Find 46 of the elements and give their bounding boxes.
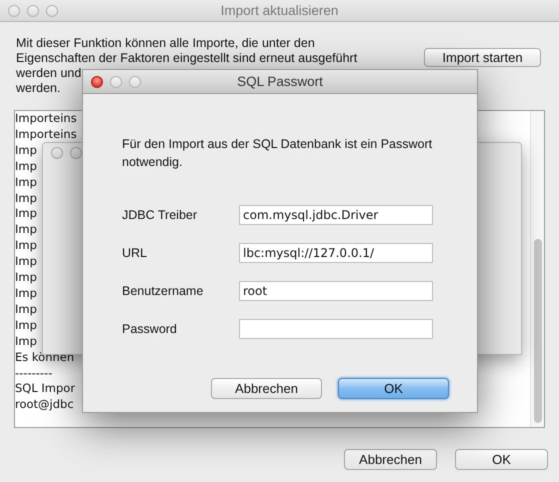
window-title: Import aktualisieren	[220, 3, 338, 18]
log-line: Es können	[15, 350, 74, 366]
input-field[interactable]: lbc:mysql://127.0.0.1/	[239, 243, 433, 263]
description-text: werden.	[16, 81, 60, 96]
window-title: SQL Passwort	[237, 74, 323, 89]
description-text: werden und	[16, 66, 82, 81]
log-line: Importeins	[15, 126, 77, 143]
zoom-button[interactable]	[129, 76, 141, 88]
dialog-button[interactable]: Abbrechen	[211, 378, 322, 399]
dialog-button[interactable]: OK	[455, 449, 548, 470]
zoom-button[interactable]	[46, 4, 58, 16]
log-line: Imp	[15, 270, 37, 286]
description-text: Eigenschaften der Faktoren eingestellt sind erneut ausgeführt	[16, 51, 358, 66]
close-button[interactable]	[91, 76, 103, 88]
minimize-button[interactable]	[27, 4, 39, 16]
dialog-button[interactable]: OK	[338, 378, 449, 399]
log-line: Importeins	[15, 111, 77, 127]
log-line: Imp	[15, 238, 37, 254]
log-line: Imp	[15, 222, 37, 238]
field-label: Password	[122, 322, 177, 336]
log-line: Imp	[15, 142, 37, 159]
log-line: Imp	[15, 334, 37, 350]
minimize-button[interactable]	[110, 76, 122, 88]
field-label: URL	[122, 246, 148, 260]
log-line: Imp	[15, 174, 37, 191]
dialog-button[interactable]: Abbrechen	[344, 449, 437, 470]
input-field[interactable]: root	[239, 281, 433, 301]
log-line: Imp	[15, 286, 37, 302]
log-line: root@jdbc	[15, 397, 74, 414]
field-label: JDBC Treiber	[122, 208, 198, 222]
input-field[interactable]: com.mysql.jdbc.Driver	[239, 205, 433, 225]
log-line: ---------	[15, 366, 52, 382]
log-line: SQL Impor	[15, 381, 76, 398]
log-line: Imp	[15, 302, 37, 318]
minimize-button[interactable]	[70, 147, 82, 159]
description-text: Mit dieser Funktion können alle Importe, die unter den	[16, 36, 315, 51]
scrollbar-thumb[interactable]	[534, 239, 542, 423]
log-line: Imp	[15, 190, 37, 206]
log-line: Imp	[15, 318, 37, 334]
message-text: Für den Import aus der SQL Datenbank ist ein Passwort notwendig.	[122, 136, 434, 171]
field-label: Benutzername	[122, 284, 204, 298]
import-button[interactable]: Import starten	[424, 48, 541, 67]
log-line: Imp	[15, 206, 37, 222]
log-line: Imp	[15, 254, 37, 270]
log-line: Imp	[15, 158, 37, 175]
input-field[interactable]	[239, 319, 433, 339]
